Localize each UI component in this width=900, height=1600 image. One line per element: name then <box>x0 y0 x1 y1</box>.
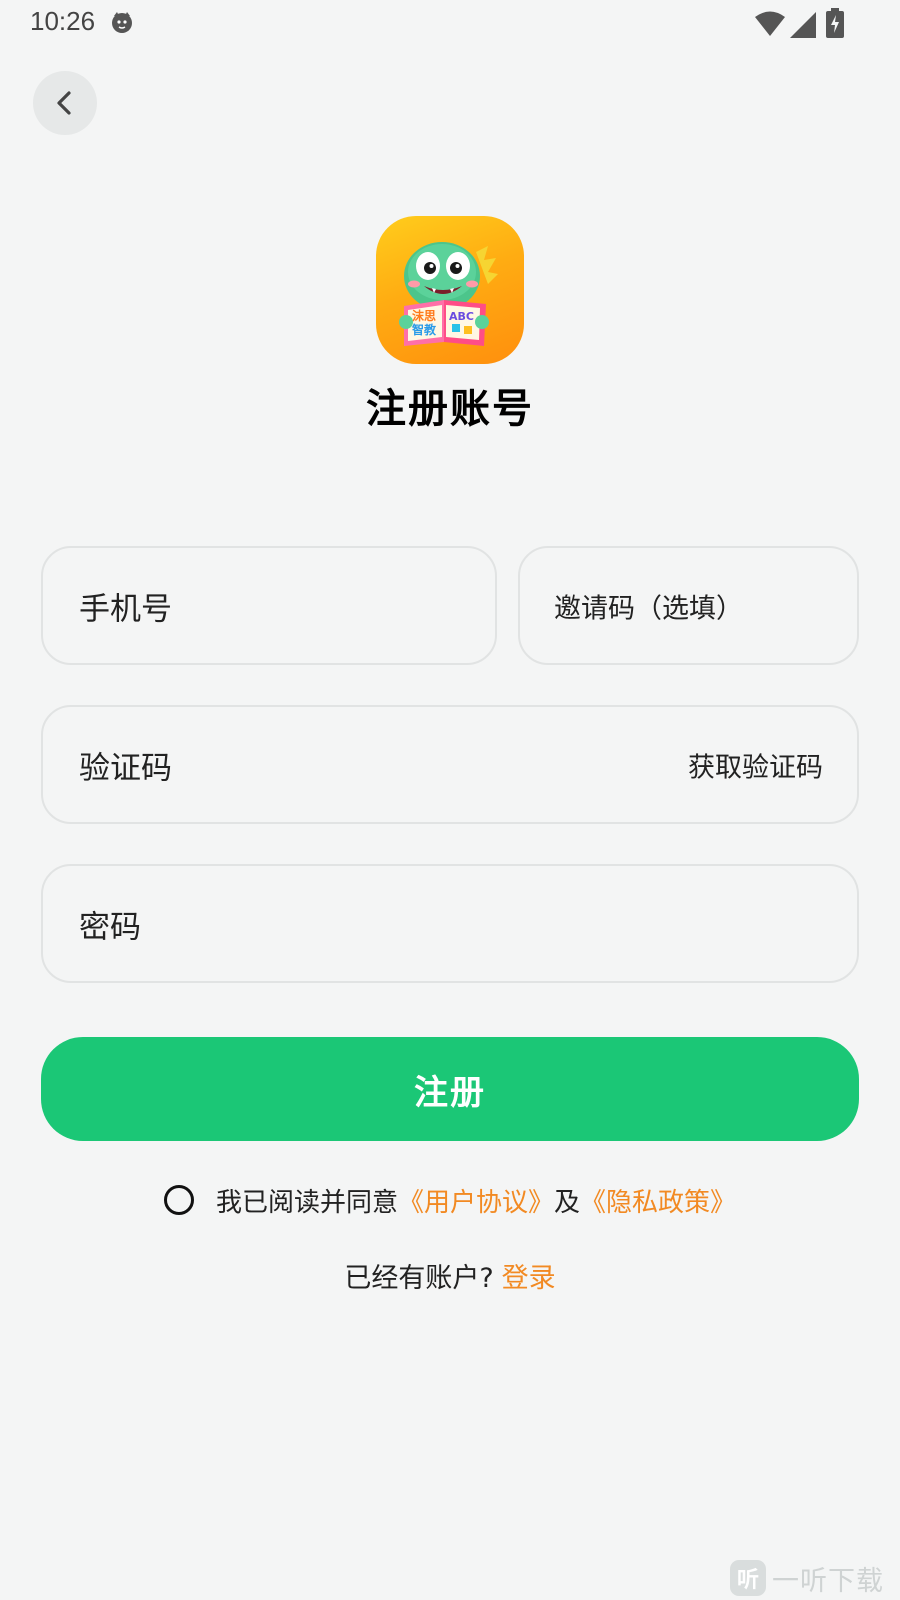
login-link[interactable]: 登录 <box>502 1263 556 1294</box>
status-bar: 10:26 <box>0 0 900 48</box>
status-time: 10:26 <box>30 6 96 36</box>
back-button[interactable] <box>33 71 97 135</box>
password-input[interactable]: 密码 <box>41 864 859 983</box>
agreement-row: 我已阅读并同意 《用户协议》 及 《隐私政策》 <box>0 1180 900 1220</box>
login-question: 已经有账户? <box>344 1263 494 1294</box>
battery-icon <box>826 8 844 38</box>
user-agreement-link[interactable]: 《用户协议》 <box>398 1182 554 1219</box>
verification-code-input[interactable]: 验证码 获取验证码 <box>41 705 859 824</box>
signal-icon <box>790 12 816 38</box>
invite-code-placeholder: 邀请码（选填） <box>554 593 743 624</box>
watermark: 听 一听下载 <box>730 1556 900 1600</box>
verification-code-placeholder: 验证码 <box>79 750 172 786</box>
watermark-logo-icon: 听 <box>730 1560 766 1596</box>
logo-text-top: 沫思 <box>412 308 436 323</box>
agreement-text: 我已阅读并同意 <box>215 1187 398 1218</box>
wifi-icon <box>755 11 785 36</box>
agreement-and-text: 及 <box>554 1187 581 1218</box>
get-code-button[interactable]: 获取验证码 <box>688 745 823 784</box>
watermark-text: 一听下载 <box>772 1565 884 1597</box>
invite-code-input[interactable]: 邀请码（选填） <box>518 546 859 665</box>
register-button[interactable]: 注册 <box>41 1037 859 1141</box>
phone-input[interactable]: 手机号 <box>41 546 497 665</box>
face-icon <box>112 12 132 33</box>
phone-placeholder: 手机号 <box>79 591 172 627</box>
chevron-left-icon <box>57 91 71 115</box>
agree-checkbox[interactable] <box>163 1185 194 1215</box>
login-prompt: 已经有账户? 登录 <box>0 1256 900 1295</box>
logo-text-bottom: 智教 <box>411 322 437 337</box>
password-placeholder: 密码 <box>79 909 141 945</box>
privacy-policy-link[interactable]: 《隐私政策》 <box>580 1182 736 1219</box>
dinosaur-mascot-icon: 沫思 智教 ABC <box>399 242 498 346</box>
page-title: 注册账号 <box>366 386 534 432</box>
app-logo: 沫思 智教 ABC <box>376 216 524 364</box>
logo-letters: ABC <box>449 310 474 323</box>
